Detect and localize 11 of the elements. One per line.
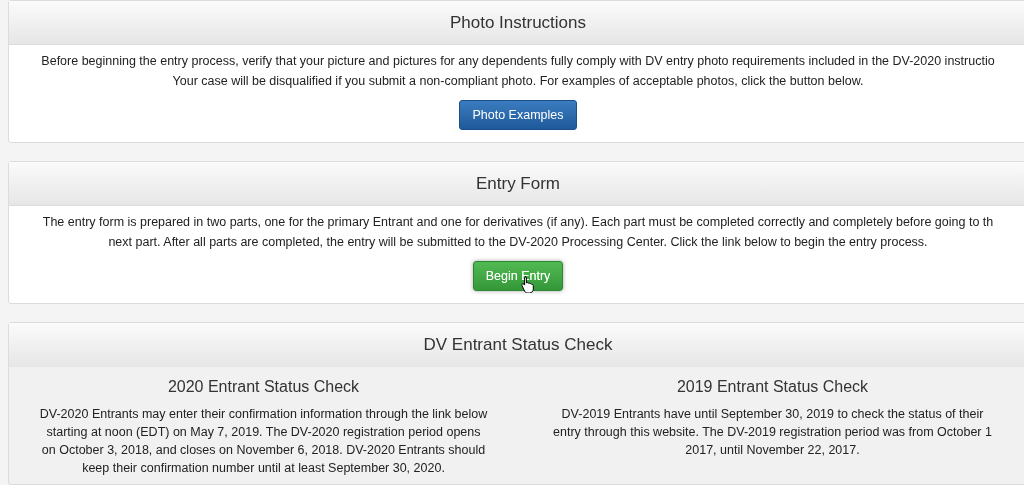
- paragraph: DV-2019 Entrants have until September 30, 2019 to check the status of their entry through this website. The DV-2019 registration period was from October 1 2017, until November 22, 2017.: [553, 406, 992, 459]
- paragraph: The entry form is prepared in two parts, one for the primary Entrant and one for derivatives (if any). Each part must be completed correctly and completely before going to th next part. After all parts are completed, the entry will be submitted to the DV-2020 Processing Center. Click the link below to begin the entry process.: [42, 214, 994, 251]
- section-heading: 2019 Entrant Status Check: [676, 377, 869, 397]
- panel-title: Entry Form: [475, 172, 561, 195]
- begin-entry-button[interactable]: Begin Entry: [472, 261, 564, 291]
- photo-examples-button[interactable]: Photo Examples: [459, 100, 577, 130]
- panel-title: Photo Instructions: [449, 11, 587, 34]
- paragraph: Before beginning the entry process, verify that your picture and pictures for any dependents fully comply with DV entry photo requirements included in the DV-2020 instructio Your case will be disqualified if you submit a non-compliant photo. For examples of acceptable photos, click the button below.: [41, 53, 995, 90]
- panel-title: DV Entrant Status Check: [423, 334, 613, 357]
- paragraph: DV-2020 Entrants may enter their confirmation information through the link below starting at noon (EDT) on May 7, 2019. The DV-2020 registration period opens on October 3, 2018, and closes on November 6, 2018. DV-2020 Entrants should keep their confirmation number until at least September 30, 2020.: [39, 406, 488, 477]
- section-heading: 2020 Entrant Status Check: [167, 377, 360, 397]
